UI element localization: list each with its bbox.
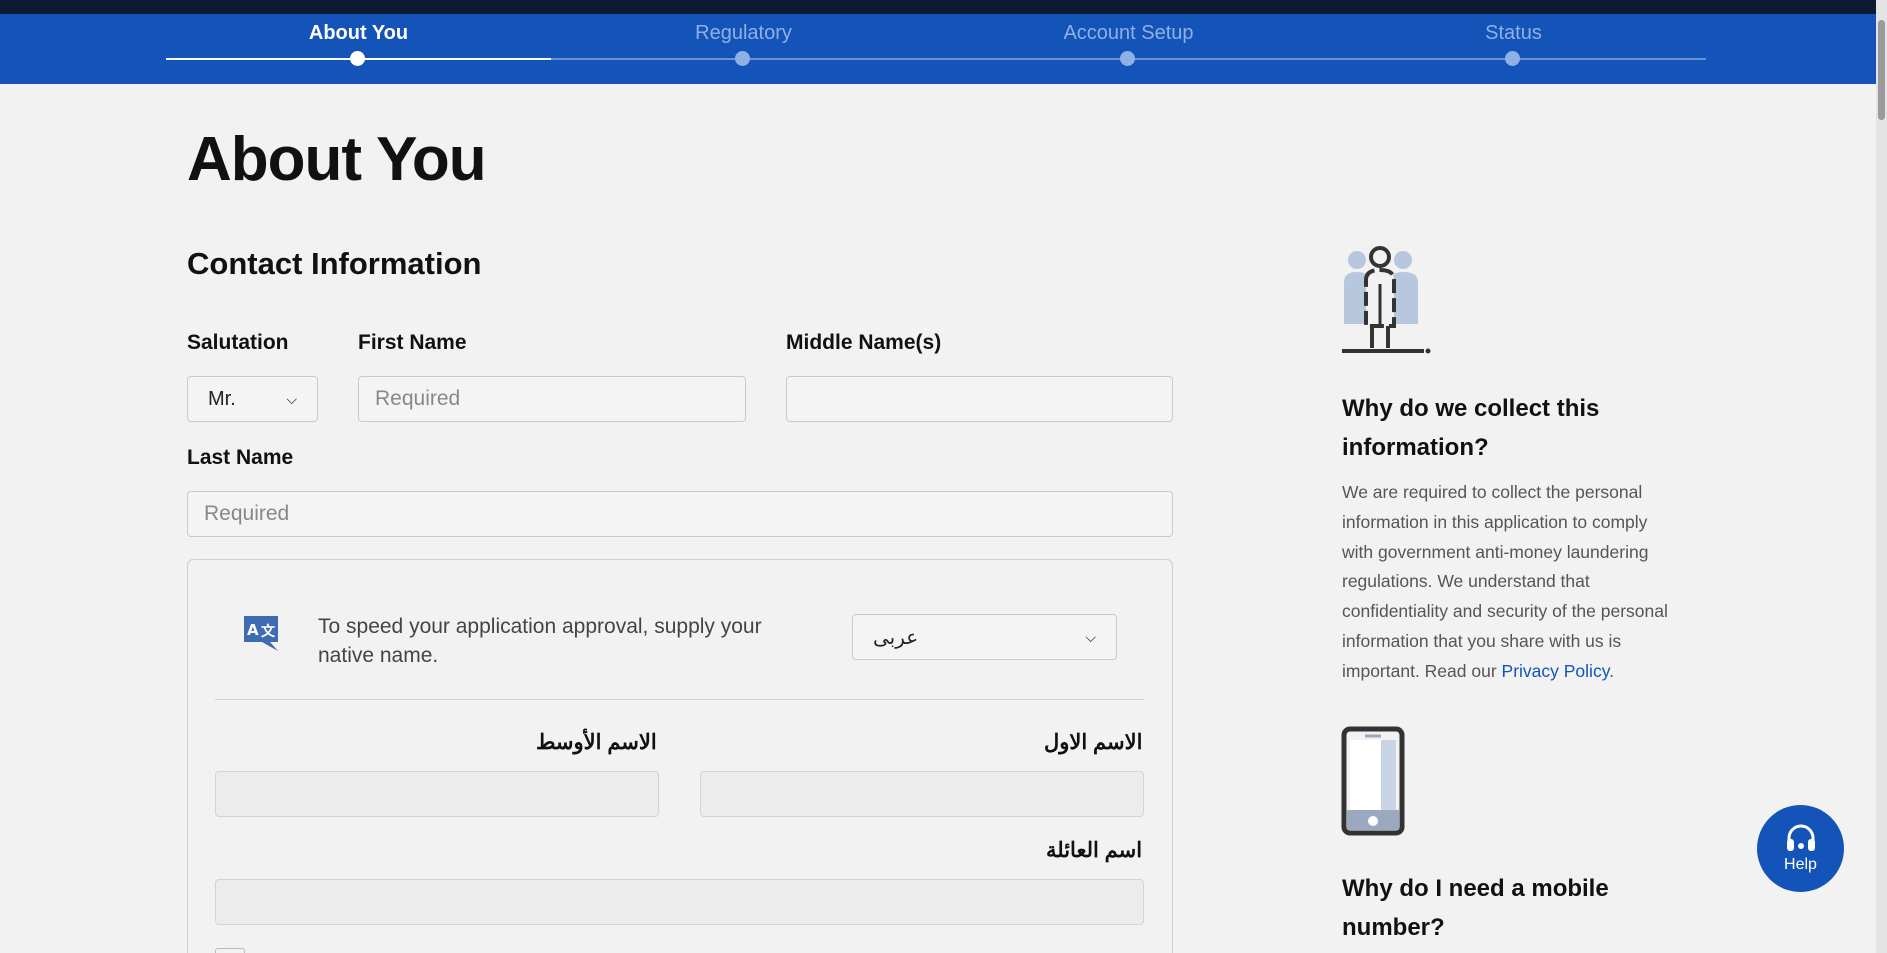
collect-info-body: We are required to collect the personal … <box>1342 482 1668 681</box>
native-family-name-input[interactable] <box>215 879 1144 925</box>
step-account-setup[interactable]: Account Setup <box>936 14 1321 84</box>
section-title: Contact Information <box>187 246 482 281</box>
collect-info-text: We are required to collect the personal … <box>1342 478 1682 687</box>
native-divider <box>215 699 1144 700</box>
help-button[interactable]: Help <box>1757 805 1844 892</box>
top-strip <box>0 0 1887 14</box>
native-middle-name-input[interactable] <box>215 771 659 817</box>
native-first-name-label: الاسم الاول <box>1044 731 1143 754</box>
first-name-placeholder: Required <box>375 387 461 410</box>
step-label: Account Setup <box>1063 22 1194 44</box>
mobile-number-heading: Why do I need a mobile number? <box>1342 875 1609 941</box>
chevron-down-icon: ⌵ <box>286 390 297 407</box>
step-label: Regulatory <box>695 22 792 44</box>
salutation-value: Mr. <box>208 387 236 410</box>
native-language-select[interactable]: عربى ⌵ <box>852 614 1117 660</box>
step-dot <box>735 51 750 66</box>
salutation-label: Salutation <box>187 331 289 354</box>
native-language-value: عربى <box>873 626 919 649</box>
collect-info-heading: Why do we collect this information? <box>1342 395 1600 461</box>
page-title: About You <box>187 125 487 194</box>
step-label: Status <box>1485 22 1542 44</box>
step-label: About You <box>308 22 409 44</box>
middle-name-input[interactable] <box>786 376 1173 422</box>
checkbox[interactable] <box>215 948 245 953</box>
translate-icon: A 文 <box>244 616 278 651</box>
privacy-policy-link[interactable]: Privacy Policy <box>1502 661 1610 681</box>
last-name-placeholder: Required <box>204 502 290 525</box>
native-middle-name-label: الاسم الأوسط <box>536 731 657 754</box>
help-label: Help <box>1784 855 1817 873</box>
progress-stepper: About You Regulatory Account Setup Statu… <box>0 14 1876 84</box>
scrollbar-thumb[interactable] <box>1878 20 1885 120</box>
first-name-input[interactable]: Required <box>358 376 746 422</box>
step-dot <box>1505 51 1520 66</box>
middle-name-label: Middle Name(s) <box>786 331 942 354</box>
mobile-phone-icon <box>1341 726 1405 836</box>
first-name-label: First Name <box>358 331 467 354</box>
last-name-label: Last Name <box>187 446 294 469</box>
step-dot <box>1120 51 1135 66</box>
step-dot <box>350 51 365 66</box>
step-about-you[interactable]: About You <box>166 14 551 84</box>
native-family-name-label: اسم العائلة <box>1046 839 1143 862</box>
step-regulatory[interactable]: Regulatory <box>551 14 936 84</box>
native-first-name-input[interactable] <box>700 771 1144 817</box>
svg-text:文: 文 <box>261 623 276 640</box>
step-status[interactable]: Status <box>1321 14 1706 84</box>
headset-icon <box>1786 824 1815 851</box>
chevron-down-icon: ⌵ <box>1085 628 1096 645</box>
svg-text:A: A <box>247 621 259 639</box>
person-group-icon <box>1342 246 1431 354</box>
native-name-prompt: To speed your application approval, supp… <box>318 615 762 667</box>
last-name-input[interactable]: Required <box>187 491 1173 537</box>
page-scrollbar[interactable] <box>1876 0 1887 953</box>
salutation-select[interactable]: Mr. ⌵ <box>187 376 318 422</box>
collect-info-end: . <box>1609 660 1615 681</box>
